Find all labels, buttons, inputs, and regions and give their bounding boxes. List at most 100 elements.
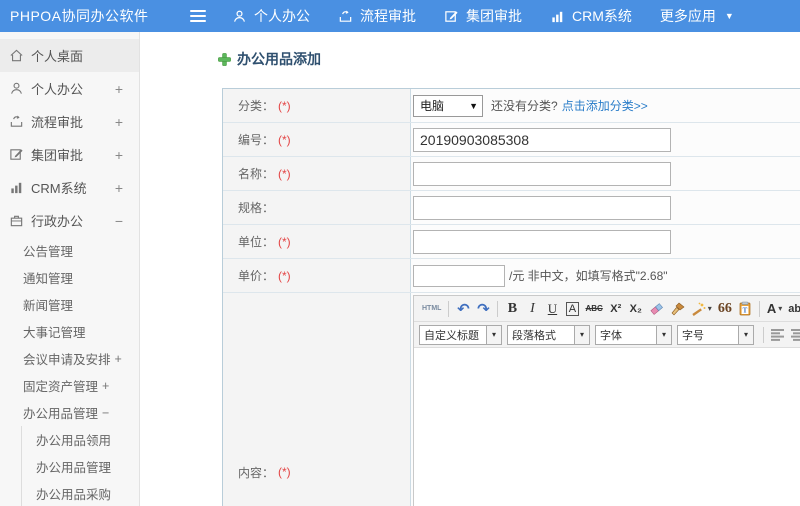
editor-toolbar-row2: 自定义标题 ▾ 段落格式 ▾ 字体 ▾ 字号 ▾: [414, 322, 800, 348]
caret-down-icon: ▾: [486, 325, 501, 344]
select-value: 字体: [600, 329, 622, 342]
redo-icon[interactable]: ↷: [474, 299, 492, 319]
subscript-button[interactable]: X₂: [627, 299, 645, 319]
chart-icon: [552, 11, 563, 22]
expand-plus-icon[interactable]: +: [102, 379, 109, 393]
strikethrough-button[interactable]: ABC: [583, 299, 604, 319]
sidebar-subitem-announcements[interactable]: 公告管理: [0, 237, 139, 264]
spec-label-cell: 规格：: [223, 191, 411, 224]
align-left-button[interactable]: [769, 325, 787, 345]
sidebar-subitem-memorabilia[interactable]: 大事记管理: [0, 318, 139, 345]
expand-plus-icon[interactable]: +: [115, 114, 123, 130]
auto-typeset-button[interactable]: ▾: [689, 299, 714, 319]
blockquote-button[interactable]: 66: [716, 299, 734, 319]
required-marker: (*): [278, 268, 291, 283]
name-input[interactable]: [413, 161, 671, 186]
sidebar-subitem-supplies-management[interactable]: 办公用品管理: [22, 453, 139, 480]
name-label-cell: 名称： (*): [223, 157, 411, 190]
sidebar-subitem-label: 办公用品采购: [36, 488, 112, 502]
form-row-content: 内容： (*) HTML ↶ ↷ B I U A ABC X² X₂ ▾ 66 …: [223, 293, 800, 506]
category-select[interactable]: 电脑 ▼: [413, 94, 483, 117]
price-input[interactable]: [413, 264, 505, 287]
sidebar-subitem-news[interactable]: 新闻管理: [0, 291, 139, 318]
home-icon: [10, 49, 23, 62]
select-value: 字号: [682, 329, 704, 342]
sidebar-item-personal-office[interactable]: 个人办公 +: [0, 72, 139, 105]
expand-plus-icon[interactable]: +: [115, 352, 122, 366]
paragraph-format-select[interactable]: 段落格式 ▾: [507, 324, 590, 345]
field-label: 单位：: [238, 235, 275, 249]
nav-personal-office[interactable]: 个人办公: [232, 6, 310, 26]
nav-workflow-approval[interactable]: 流程审批: [338, 6, 416, 26]
format-brush-button[interactable]: [668, 299, 687, 319]
sidebar-subitem-fixed-assets[interactable]: 固定资产管理 +: [0, 372, 139, 399]
magic-wand-icon: [692, 302, 706, 316]
expand-plus-icon[interactable]: +: [115, 180, 123, 196]
category-label-cell: 分类： (*): [223, 89, 411, 122]
sidebar-item-crm-system[interactable]: CRM系统 +: [0, 171, 139, 204]
sidebar-item-group-approval[interactable]: 集团审批 +: [0, 138, 139, 171]
sidebar-subitem-meetings[interactable]: 会议申请及安排 +: [0, 345, 139, 372]
sidebar-subitem-label: 办公用品管理: [23, 407, 99, 421]
nav-item-label: 流程审批: [360, 8, 416, 24]
top-nav-menu: 个人办公 流程审批 集团审批 CRM系统 更多应用 ▼: [232, 6, 762, 26]
hamburger-menu-icon[interactable]: [190, 10, 206, 22]
rich-text-editor: HTML ↶ ↷ B I U A ABC X² X₂ ▾ 66 T A ▾ ab…: [413, 295, 800, 506]
sidebar-subitem-supplies-purchase[interactable]: 办公用品采购: [22, 480, 139, 506]
sidebar-subitem-label: 大事记管理: [23, 326, 86, 340]
add-category-link[interactable]: 点击添加分类>>: [562, 97, 648, 114]
superscript-button[interactable]: X²: [607, 299, 625, 319]
html-source-button[interactable]: HTML: [420, 299, 443, 319]
remove-format-button[interactable]: [647, 299, 666, 319]
collapse-minus-icon[interactable]: −: [102, 406, 109, 420]
required-marker: (*): [278, 166, 291, 181]
paste-as-text-button[interactable]: T: [736, 299, 754, 319]
italic-button[interactable]: I: [523, 299, 541, 319]
spec-input[interactable]: [413, 195, 671, 220]
code-label-cell: 编号： (*): [223, 123, 411, 156]
align-center-button[interactable]: [789, 325, 800, 345]
font-family-select[interactable]: 字体 ▾: [595, 324, 672, 345]
sidebar-item-admin-office[interactable]: 行政办公 −: [0, 204, 139, 237]
code-input[interactable]: [413, 127, 671, 152]
expand-plus-icon[interactable]: +: [115, 81, 123, 97]
custom-heading-select[interactable]: 自定义标题 ▾: [419, 324, 502, 345]
person-icon: [11, 82, 22, 94]
select-value: 自定义标题: [424, 329, 479, 342]
align-center-icon: [791, 328, 800, 341]
highlight-color-button[interactable]: ab ▾: [786, 299, 800, 319]
sidebar-item-personal-desktop[interactable]: 个人桌面: [0, 39, 139, 72]
sidebar-item-workflow-approval[interactable]: 流程审批 +: [0, 105, 139, 138]
nav-more-apps[interactable]: 更多应用 ▼: [660, 6, 734, 26]
underline-button[interactable]: U: [543, 299, 561, 319]
required-marker: (*): [278, 465, 291, 479]
nav-crm-system[interactable]: CRM系统: [550, 6, 632, 26]
nav-group-approval[interactable]: 集团审批: [444, 6, 522, 26]
font-color-glyph: A: [766, 301, 777, 316]
sidebar-subitem-label: 会议申请及安排: [23, 353, 111, 367]
field-label: 规格：: [238, 201, 275, 215]
flow-icon: [339, 10, 352, 22]
sidebar-subitem-office-supplies[interactable]: 办公用品管理 −: [0, 399, 139, 426]
editor-content-area[interactable]: [414, 348, 800, 506]
font-size-select[interactable]: 字号 ▾: [677, 324, 754, 345]
undo-icon[interactable]: ↶: [454, 299, 472, 319]
collapse-minus-icon[interactable]: −: [115, 213, 123, 229]
sidebar-subitem-label: 公告管理: [23, 245, 74, 259]
add-plus-icon: [218, 52, 231, 66]
sidebar-subitem-label: 新闻管理: [23, 299, 74, 313]
nav-item-label: CRM系统: [572, 8, 632, 24]
font-border-button[interactable]: A: [565, 301, 580, 316]
price-format-hint: /元 非中文，如填写格式"2.68": [509, 269, 668, 283]
unit-input[interactable]: [413, 229, 671, 254]
toolbar-separator: [497, 300, 499, 317]
bold-button[interactable]: B: [503, 299, 521, 319]
chart-icon: [11, 182, 22, 194]
expand-plus-icon[interactable]: +: [115, 147, 123, 163]
sidebar-item-label: CRM系统: [31, 181, 87, 196]
sidebar-subitem-notices[interactable]: 通知管理: [0, 264, 139, 291]
sidebar-item-label: 流程审批: [31, 115, 84, 130]
caret-down-icon: ▾: [707, 304, 712, 313]
font-color-button[interactable]: A ▾: [765, 299, 784, 319]
sidebar-subitem-supplies-requisition[interactable]: 办公用品领用: [22, 426, 139, 453]
